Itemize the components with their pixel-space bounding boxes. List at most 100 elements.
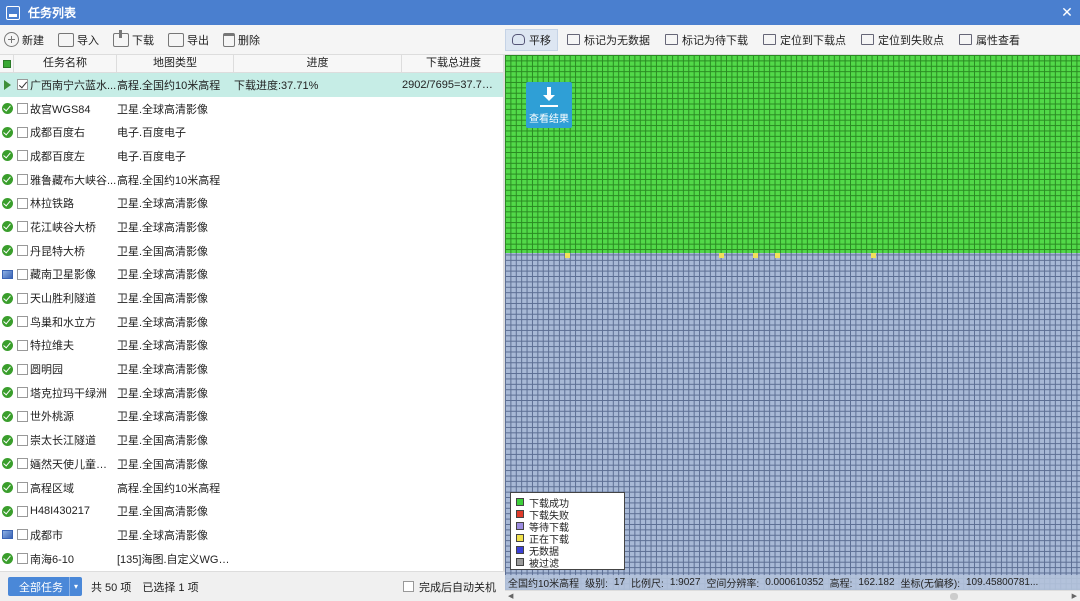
task-name: 鸟巢和水立方 bbox=[30, 316, 96, 329]
layer-name: 全国约10米高程 bbox=[508, 579, 580, 590]
map-type: 卫星.全球高清影像 bbox=[117, 529, 209, 542]
legend-swatch bbox=[516, 546, 524, 554]
row-checkbox[interactable] bbox=[16, 150, 28, 162]
table-row[interactable]: 故宫WGS84 卫星.全球高清影像 bbox=[0, 97, 505, 121]
row-checkbox[interactable] bbox=[16, 553, 28, 565]
table-row[interactable]: 南海6-10 [135]海图.自定义WGS8... bbox=[0, 547, 505, 571]
header-progress[interactable]: 进度 bbox=[234, 55, 402, 73]
task-name: 成都百度左 bbox=[30, 150, 85, 163]
table-row[interactable]: 天山胜利隧道 卫星.全国高清影像 bbox=[0, 286, 505, 310]
map-type: 高程.全国约10米高程 bbox=[117, 79, 221, 92]
mark-nodata-button[interactable]: 标记为无数据 bbox=[561, 29, 656, 51]
select-box-icon bbox=[567, 34, 580, 45]
table-row[interactable]: 广西南宁六蓝水... 高程.全国约10米高程 下载进度:37.71% 2902/769… bbox=[0, 73, 505, 97]
auto-shutdown-option[interactable]: 完成后自动关机 bbox=[403, 579, 496, 595]
row-checkbox[interactable] bbox=[16, 482, 28, 494]
table-row[interactable]: 圆明园 卫星.全球高清影像 bbox=[0, 357, 505, 381]
table-row[interactable]: 高程区域 高程.全国约10米高程 bbox=[0, 476, 505, 500]
task-footer: 全部任务 ▾ 共 50 项 已选择 1 项 完成后自动关机 bbox=[0, 571, 505, 601]
elevation-value: 162.182 bbox=[858, 577, 895, 588]
properties-button[interactable]: 属性查看 bbox=[953, 29, 1026, 51]
table-row[interactable]: 鸟巢和水立方 卫星.全球高清影像 bbox=[0, 310, 505, 334]
row-checkbox[interactable] bbox=[16, 79, 28, 91]
select-all-checkbox[interactable] bbox=[0, 55, 14, 73]
all-tasks-filter[interactable]: 全部任务 ▾ bbox=[8, 577, 82, 596]
map-type: 卫星.全球高清影像 bbox=[117, 221, 209, 234]
row-checkbox[interactable] bbox=[16, 292, 28, 304]
table-row[interactable]: H48I430217 卫星.全国高清影像 bbox=[0, 499, 505, 523]
header-total[interactable]: 下载总进度 bbox=[402, 55, 505, 73]
auto-shutdown-checkbox[interactable] bbox=[403, 581, 414, 592]
tile-legend: 下载成功 下载失败 等待下载 正在下载 无数据 被过滤 bbox=[510, 492, 625, 570]
locate-downloading-button[interactable]: 定位到下载点 bbox=[757, 29, 852, 51]
pan-button[interactable]: 平移 bbox=[505, 28, 558, 51]
row-checkbox[interactable] bbox=[16, 339, 28, 351]
task-name: 崇太长江隧道 bbox=[30, 435, 96, 448]
header-name[interactable]: 任务名称 bbox=[14, 55, 117, 73]
download-button[interactable]: 下载 bbox=[113, 29, 154, 51]
map-type: 卫星.全球高清影像 bbox=[117, 340, 209, 353]
legend-swatch bbox=[516, 522, 524, 530]
row-checkbox[interactable] bbox=[16, 221, 28, 233]
close-button[interactable]: ✕ bbox=[1054, 0, 1080, 25]
row-checkbox[interactable] bbox=[16, 458, 28, 470]
map-type: 卫星.全球高清影像 bbox=[117, 387, 209, 400]
row-checkbox[interactable] bbox=[16, 363, 28, 375]
table-row[interactable]: 丹昆特大桥 卫星.全国高清影像 bbox=[0, 239, 505, 263]
properties-icon bbox=[959, 34, 972, 45]
locate-failed-button[interactable]: 定位到失败点 bbox=[855, 29, 950, 51]
table-row[interactable]: 藏南卫星影像 卫星.全球高清影像 bbox=[0, 263, 505, 287]
export-button[interactable]: 导出 bbox=[168, 29, 209, 51]
plus-icon bbox=[4, 32, 19, 47]
coord-label: 坐标(无偏移): bbox=[900, 579, 960, 590]
new-task-button[interactable]: 新建 bbox=[4, 29, 44, 51]
chevron-down-icon[interactable]: ▾ bbox=[69, 577, 82, 596]
table-row[interactable]: 成都百度左 电子.百度电子 bbox=[0, 144, 505, 168]
scroll-left-icon[interactable]: ◀ bbox=[508, 592, 513, 600]
table-row[interactable]: 婳然天使儿童医院 卫星.全国高清影像 bbox=[0, 452, 505, 476]
delete-button[interactable]: 删除 bbox=[223, 29, 260, 51]
table-row[interactable]: 世外桃源 卫星.全球高清影像 bbox=[0, 405, 505, 429]
title-bar: 任务列表 ✕ bbox=[0, 0, 1080, 25]
task-name: 成都百度右 bbox=[30, 127, 85, 140]
map-scrollbar[interactable]: ◀ ▶ bbox=[505, 590, 1080, 601]
row-checkbox[interactable] bbox=[16, 126, 28, 138]
table-row[interactable]: 成都市 卫星.全球高清影像 bbox=[0, 523, 505, 547]
legend-swatch bbox=[516, 534, 524, 542]
row-checkbox[interactable] bbox=[16, 505, 28, 517]
map-type: 高程.全国约10米高程 bbox=[117, 482, 221, 495]
row-checkbox[interactable] bbox=[16, 529, 28, 541]
map-type: 卫星.全国高清影像 bbox=[117, 435, 209, 448]
row-checkbox[interactable] bbox=[16, 197, 28, 209]
header-type[interactable]: 地图类型 bbox=[117, 55, 234, 73]
total-count: 共 50 项 bbox=[91, 581, 132, 594]
map-type: 卫星.全球高清影像 bbox=[117, 316, 209, 329]
mark-pending-button[interactable]: 标记为待下载 bbox=[659, 29, 754, 51]
tile-map[interactable]: 查看结果 下载成功 下载失败 等待下载 正在下载 无数据 被过滤 bbox=[505, 55, 1080, 590]
view-result-button[interactable]: 查看结果 bbox=[526, 82, 572, 128]
row-checkbox[interactable] bbox=[16, 316, 28, 328]
table-row[interactable]: 特拉维夫 卫星.全球高清影像 bbox=[0, 334, 505, 358]
task-name: 藏南卫星影像 bbox=[30, 269, 96, 282]
table-row[interactable]: 林拉铁路 卫星.全球高清影像 bbox=[0, 191, 505, 215]
table-row[interactable]: 雅鲁藏布大峡谷... 高程.全国约10米高程 bbox=[0, 168, 505, 192]
task-name: 丹昆特大桥 bbox=[30, 245, 85, 258]
legend-label: 被过滤 bbox=[529, 558, 559, 570]
row-checkbox[interactable] bbox=[16, 103, 28, 115]
total-progress: 2902/7695=37.71% bbox=[402, 78, 498, 91]
scroll-thumb[interactable] bbox=[950, 593, 958, 600]
row-checkbox[interactable] bbox=[16, 245, 28, 257]
row-checkbox[interactable] bbox=[16, 434, 28, 446]
complete-check-icon bbox=[1, 410, 13, 422]
locate-icon bbox=[763, 34, 776, 45]
row-checkbox[interactable] bbox=[16, 387, 28, 399]
row-checkbox[interactable] bbox=[16, 410, 28, 422]
table-row[interactable]: 崇太长江隧道 卫星.全国高清影像 bbox=[0, 428, 505, 452]
import-button[interactable]: 导入 bbox=[58, 29, 99, 51]
table-row[interactable]: 花江峡谷大桥 卫星.全球高清影像 bbox=[0, 215, 505, 239]
table-row[interactable]: 成都百度右 电子.百度电子 bbox=[0, 120, 505, 144]
table-row[interactable]: 塔克拉玛干绿洲 卫星.全球高清影像 bbox=[0, 381, 505, 405]
row-checkbox[interactable] bbox=[16, 174, 28, 186]
scroll-right-icon[interactable]: ▶ bbox=[1072, 592, 1077, 600]
row-checkbox[interactable] bbox=[16, 268, 28, 280]
